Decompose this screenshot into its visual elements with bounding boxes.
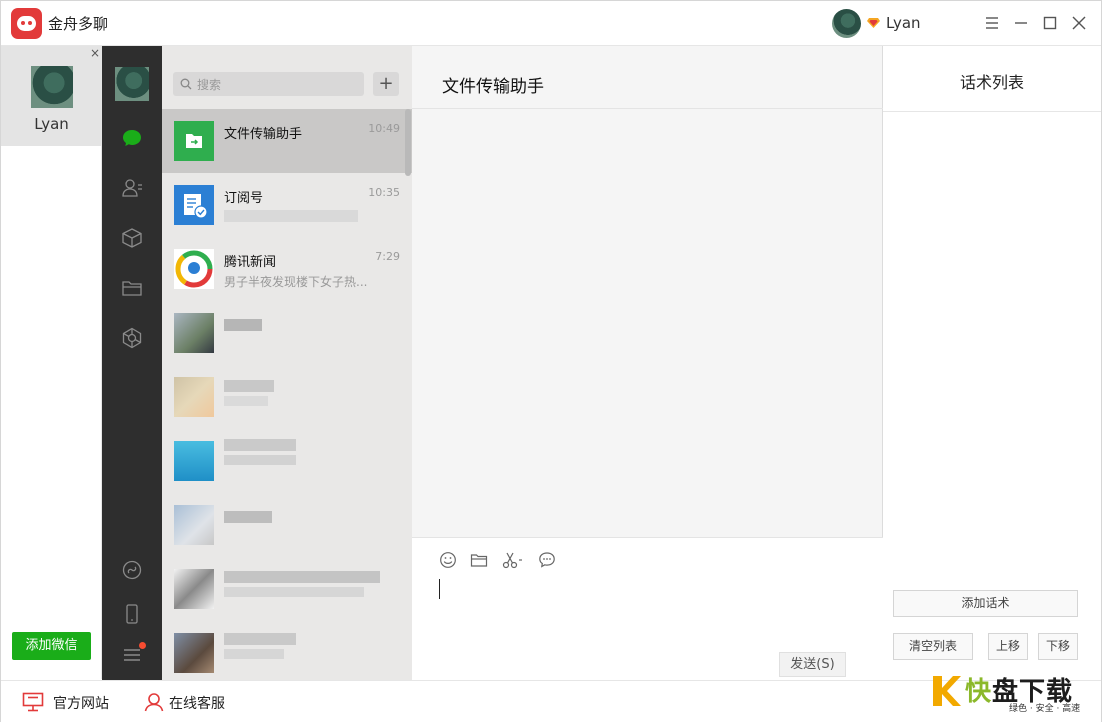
watermark-tagline: 绿色 · 安全 · 高速 bbox=[1009, 704, 1081, 714]
box-icon[interactable] bbox=[121, 227, 143, 249]
menu-icon[interactable] bbox=[981, 12, 1003, 34]
app-title: 金舟多聊 bbox=[48, 15, 109, 33]
close-icon[interactable] bbox=[1068, 12, 1090, 34]
avatar bbox=[174, 569, 214, 609]
watermark-logo: 快盘下载 绿色 · 安全 · 高速 bbox=[931, 669, 1101, 719]
list-item[interactable] bbox=[162, 493, 412, 557]
text-cursor bbox=[439, 579, 440, 599]
chat-panel: 文件传输助手 发送(S) bbox=[412, 46, 883, 680]
folder-icon[interactable] bbox=[121, 277, 143, 299]
tencent-news-icon bbox=[174, 249, 214, 289]
search-placeholder: 搜索 bbox=[197, 78, 222, 92]
list-item[interactable] bbox=[162, 365, 412, 429]
send-button[interactable]: 发送(S) bbox=[779, 652, 846, 677]
blurred-preview bbox=[224, 455, 296, 465]
list-item[interactable] bbox=[162, 301, 412, 365]
blurred-name bbox=[224, 571, 380, 583]
message-input[interactable]: 发送(S) bbox=[412, 537, 883, 680]
official-website-link[interactable]: 官方网站 bbox=[53, 693, 109, 713]
account-close-icon[interactable]: × bbox=[90, 46, 100, 60]
blurred-name bbox=[224, 319, 262, 331]
chat-time: 10:35 bbox=[368, 186, 400, 199]
watermark-brand-a: 快 bbox=[965, 677, 993, 707]
chat-time: 10:49 bbox=[368, 122, 400, 135]
scrollbar[interactable] bbox=[405, 109, 411, 176]
chat-name: 腾讯新闻 bbox=[224, 255, 277, 270]
account-sidebar: Lyan × 添加微信 bbox=[1, 46, 102, 679]
chat-name: 文件传输助手 bbox=[224, 127, 303, 142]
watermark-k-icon bbox=[933, 676, 961, 706]
vip-diamond-icon bbox=[867, 18, 880, 28]
avatar bbox=[31, 66, 73, 108]
blurred-name bbox=[224, 439, 296, 451]
user-avatar[interactable] bbox=[832, 9, 861, 38]
move-up-button[interactable]: 上移 bbox=[988, 633, 1028, 660]
link-icon[interactable] bbox=[121, 559, 143, 581]
avatar bbox=[174, 633, 214, 673]
list-item[interactable] bbox=[162, 621, 412, 680]
monitor-icon bbox=[22, 692, 44, 712]
minimize-icon[interactable] bbox=[1010, 12, 1032, 34]
chat-icon[interactable] bbox=[121, 127, 143, 149]
blurred-name bbox=[224, 633, 296, 645]
maximize-icon[interactable] bbox=[1039, 12, 1061, 34]
list-item[interactable] bbox=[162, 429, 412, 493]
add-wechat-button[interactable]: 添加微信 bbox=[12, 632, 91, 660]
notification-dot bbox=[139, 642, 146, 649]
app-window: 金舟多聊 Lyan Lyan × 添加微信 搜索 + 文件传输助手 10:49 … bbox=[0, 0, 1102, 722]
chat-time: 7:29 bbox=[375, 250, 400, 263]
search-input[interactable]: 搜索 bbox=[173, 72, 364, 96]
top-username[interactable]: Lyan bbox=[886, 14, 921, 32]
miniprogram-icon[interactable] bbox=[121, 327, 143, 349]
account-card[interactable]: Lyan × bbox=[1, 46, 102, 146]
wechat-nav bbox=[102, 46, 162, 680]
blurred-preview bbox=[224, 396, 268, 406]
avatar bbox=[174, 377, 214, 417]
emoji-icon[interactable] bbox=[439, 551, 457, 569]
title-bar: 金舟多聊 Lyan bbox=[1, 1, 1101, 46]
bubble-icon[interactable] bbox=[538, 551, 556, 569]
add-script-button[interactable]: 添加话术 bbox=[893, 590, 1078, 617]
phone-icon[interactable] bbox=[121, 603, 143, 625]
online-support-link[interactable]: 在线客服 bbox=[169, 693, 225, 713]
file-transfer-icon bbox=[174, 121, 214, 161]
add-chat-button[interactable]: + bbox=[373, 72, 399, 96]
script-panel-title: 话术列表 bbox=[959, 73, 1024, 92]
blurred-preview bbox=[224, 210, 358, 222]
move-down-button[interactable]: 下移 bbox=[1038, 633, 1078, 660]
contacts-icon[interactable] bbox=[121, 177, 143, 199]
list-item[interactable]: 订阅号 10:35 bbox=[162, 173, 412, 237]
app-logo-icon bbox=[11, 8, 42, 39]
script-panel: 话术列表 添加话术 清空列表 上移 下移 bbox=[883, 46, 1101, 680]
chat-name: 订阅号 bbox=[224, 191, 264, 206]
support-agent-icon bbox=[144, 693, 164, 712]
blurred-preview bbox=[224, 649, 284, 659]
search-icon bbox=[180, 78, 192, 90]
subscription-icon bbox=[174, 185, 214, 225]
folder-icon[interactable] bbox=[470, 551, 488, 569]
scissors-icon[interactable] bbox=[502, 551, 524, 569]
avatar bbox=[174, 313, 214, 353]
account-name: Lyan bbox=[34, 115, 69, 133]
avatar bbox=[174, 505, 214, 545]
list-item[interactable]: 文件传输助手 10:49 bbox=[162, 109, 412, 173]
clear-list-button[interactable]: 清空列表 bbox=[893, 633, 973, 660]
chat-header: 文件传输助手 bbox=[412, 46, 883, 109]
chat-title: 文件传输助手 bbox=[442, 77, 544, 97]
avatar bbox=[174, 441, 214, 481]
chat-list: 搜索 + 文件传输助手 10:49 订阅号 10:35 腾讯新闻 7:29 男子… bbox=[162, 46, 412, 680]
divider bbox=[883, 111, 1101, 112]
chat-preview: 男子半夜发现楼下女子热... bbox=[224, 275, 368, 289]
blurred-preview bbox=[224, 587, 364, 597]
blurred-name bbox=[224, 511, 272, 523]
list-item[interactable] bbox=[162, 557, 412, 621]
blurred-name bbox=[224, 380, 274, 392]
avatar[interactable] bbox=[115, 67, 149, 101]
list-item[interactable]: 腾讯新闻 7:29 男子半夜发现楼下女子热... bbox=[162, 237, 412, 301]
